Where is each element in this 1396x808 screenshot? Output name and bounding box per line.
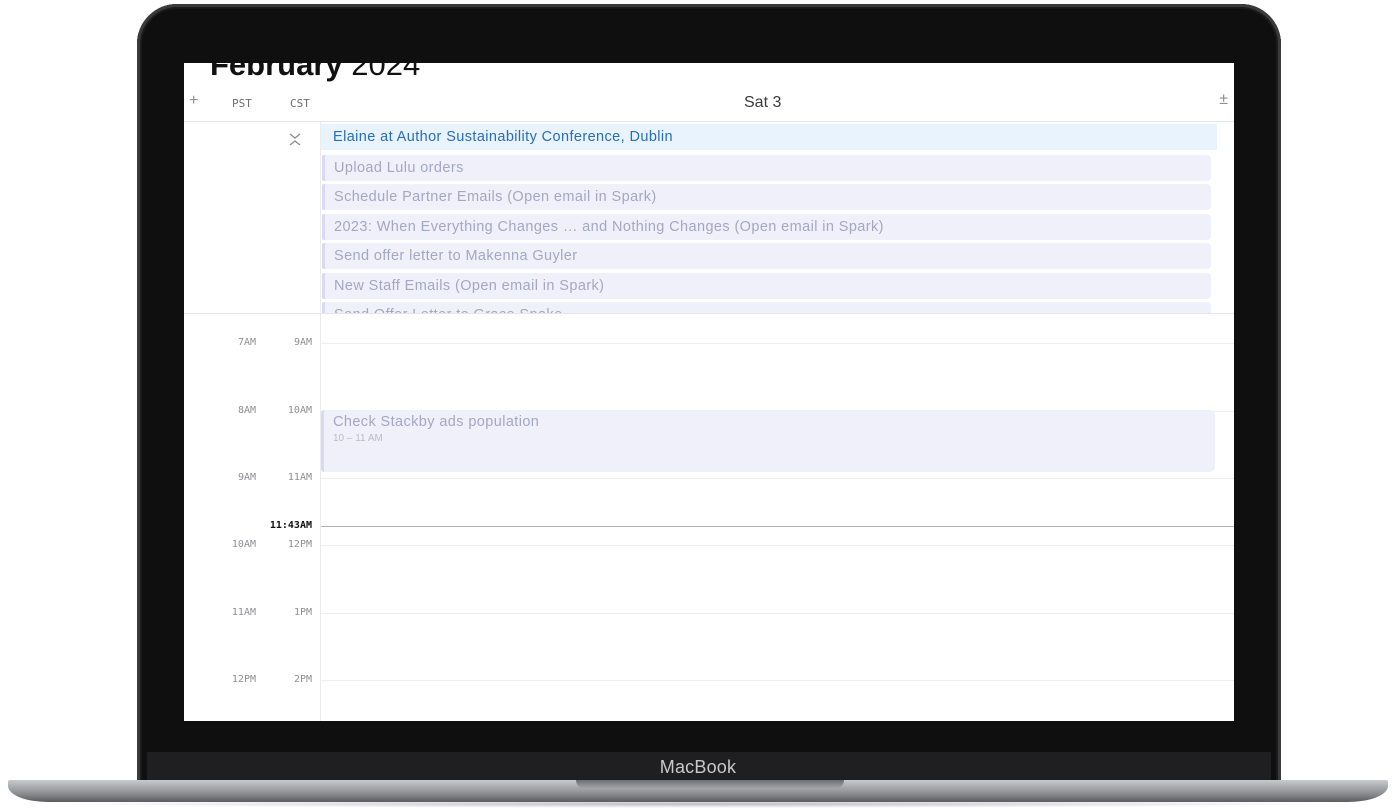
hour-label-cst: 9AM: [293, 337, 312, 348]
timed-event[interactable]: Check Stackby ads population 10 – 11 AM: [321, 410, 1215, 472]
month-title: February 2024: [210, 63, 420, 83]
add-event-button[interactable]: +: [189, 92, 198, 110]
all-day-event[interactable]: Schedule Partner Emails (Open email in S…: [322, 184, 1211, 210]
month-name: February: [210, 63, 343, 82]
all-day-event[interactable]: Send offer letter to Makenna Guyler: [322, 243, 1211, 269]
month-year: 2024: [351, 63, 421, 82]
all-day-events-area: Elaine at Author Sustainability Conferen…: [321, 122, 1229, 314]
zoom-toggle-button[interactable]: ±: [1219, 91, 1228, 109]
hour-line: [321, 545, 1234, 546]
hour-label-pst: 10AM: [231, 539, 256, 550]
hour-label-pst: 11AM: [231, 607, 256, 618]
hour-label-cst: 12PM: [287, 539, 312, 550]
hour-line: [321, 613, 1234, 614]
hour-label-pst: 8AM: [237, 405, 256, 416]
hour-label-cst: 2PM: [293, 674, 312, 685]
hour-label-cst: 1PM: [293, 607, 312, 618]
collapse-all-day-icon[interactable]: [286, 130, 304, 148]
event-time: 10 – 11 AM: [333, 433, 383, 444]
all-day-event[interactable]: New Staff Emails (Open email in Spark): [322, 273, 1211, 299]
hour-label-pst: 7AM: [237, 337, 256, 348]
day-label[interactable]: Sat 3: [744, 94, 781, 112]
hour-line: [321, 343, 1234, 344]
current-time-label: 11:43AM: [269, 520, 312, 531]
all-day-divider: [184, 313, 1234, 314]
event-title: Check Stackby ads population: [333, 414, 540, 430]
hour-label-pst: 9AM: [237, 472, 256, 483]
hour-line: [321, 680, 1234, 681]
timezone-pst-label: PST: [232, 97, 252, 110]
current-time-line: [321, 526, 1234, 527]
hour-label-cst: 10AM: [287, 405, 312, 416]
laptop-base-notch: [576, 780, 844, 789]
hour-label-pst: 12PM: [231, 674, 256, 685]
all-day-event[interactable]: 2023: When Everything Changes … and Noth…: [322, 214, 1211, 240]
day-header-row: + PST CST Sat 3 ±: [184, 88, 1234, 122]
all-day-event[interactable]: Elaine at Author Sustainability Conferen…: [321, 124, 1217, 150]
timezone-cst-label: CST: [290, 97, 310, 110]
device-brand-label: MacBook: [659, 757, 737, 777]
hour-line: [321, 478, 1234, 479]
all-day-event[interactable]: Upload Lulu orders: [322, 155, 1211, 181]
calendar-screen: February 2024 + PST CST Sat 3 ± Elaine a…: [184, 63, 1234, 721]
hour-label-cst: 11AM: [287, 472, 312, 483]
